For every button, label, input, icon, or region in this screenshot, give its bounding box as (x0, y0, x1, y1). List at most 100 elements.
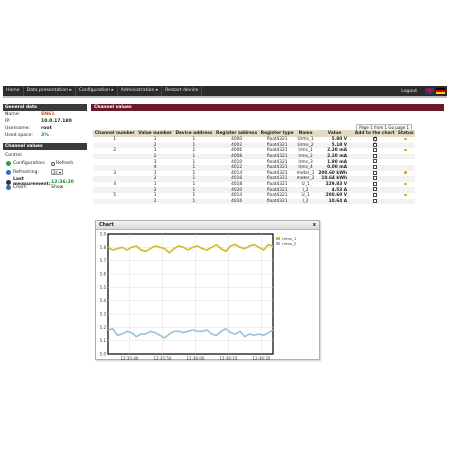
add-to-chart-checkbox[interactable] (372, 187, 377, 192)
english-flag-icon[interactable] (425, 88, 434, 94)
legend-swatch (276, 237, 280, 240)
col-register-address: Register address (214, 130, 260, 137)
status-dot-icon (404, 137, 407, 141)
col-value: Value (315, 130, 354, 137)
y-tick-label: 5.1 (100, 338, 107, 343)
col-register-type: Register type (259, 130, 296, 137)
add-to-chart-checkbox[interactable] (372, 141, 377, 147)
top-navigation: Home Data presentation ▸ Configuration ▸… (3, 86, 447, 96)
configuration-label: Configuration: (13, 161, 46, 166)
cell-channel-number (93, 198, 137, 205)
status-dot-icon (404, 171, 407, 174)
y-tick-label: 5.9 (100, 232, 107, 237)
nav-configuration[interactable]: Configuration ▸ (76, 86, 118, 96)
add-to-chart-checkbox[interactable] (372, 153, 377, 158)
legend-label: Urms_2 (282, 241, 297, 246)
configuration-value: Refresh (56, 161, 74, 166)
refreshing-select[interactable]: 2s (51, 169, 63, 175)
name-value: SN61 (41, 112, 55, 117)
chart-window[interactable]: Chart x 5.9 5.8 5.7 5.6 5.5 5.4 5.3 5.2 5.1 5.0 12… (95, 220, 320, 360)
col-value-number: Value number (136, 130, 174, 137)
col-channel-number: Channel number (93, 130, 137, 137)
x-tick-label: 12:36:00 (186, 356, 204, 360)
cell-add-to-chart (353, 198, 397, 205)
x-tick-label: 12:36:20 (252, 356, 270, 360)
german-flag-icon[interactable] (436, 88, 445, 94)
channel-values-header: Channel values (91, 104, 444, 111)
general-username-row: Username: root (5, 126, 52, 131)
nav-restart-device[interactable]: Restart device (162, 86, 203, 96)
y-tick-label: 5.5 (100, 285, 107, 290)
chart-row: Chart: Show (6, 185, 63, 190)
refreshing-row: Refreshing: 2s (6, 169, 63, 175)
chart-window-titlebar[interactable]: Chart x (96, 221, 319, 230)
table-body: 1114000float4321Urms_15.80 V214002float4… (93, 136, 415, 205)
cell-name: Urms_1 (297, 137, 314, 143)
channel-values-side-header: Channel values (3, 143, 87, 150)
ip-label: IP: (5, 119, 11, 124)
name-label: Name: (5, 112, 21, 117)
cell-register-address: 4016 (214, 198, 260, 205)
cell-name: I_2 (295, 198, 316, 205)
y-tick-label: 5.2 (100, 325, 107, 330)
x-tick-label: 12:35:40 (120, 356, 138, 360)
general-name-row: Name: SN61 (5, 112, 55, 117)
legend-swatch (276, 242, 280, 245)
refresh-icon (6, 169, 11, 175)
x-tick-label: 12:36:10 (219, 356, 237, 360)
cell-device-address: 1 (173, 198, 215, 205)
chart-icon (6, 185, 11, 190)
configuration-icon (6, 161, 11, 166)
refreshing-label: Refreshing: (13, 169, 39, 175)
add-to-chart-checkbox[interactable] (372, 159, 377, 164)
refresh-radio[interactable] (51, 161, 55, 166)
nav-subbar (3, 96, 447, 98)
y-tick-label: 5.4 (100, 298, 107, 303)
plot-area (107, 233, 274, 355)
logout-link[interactable]: Logout (393, 89, 425, 94)
username-value: root (41, 126, 52, 131)
nav-administration[interactable]: Administration ▸ (118, 86, 163, 96)
cell-register-type: float4321 (259, 198, 296, 205)
col-device-address: Device address (173, 130, 215, 137)
add-to-chart-checkbox[interactable] (372, 198, 377, 203)
cell-name: Irms_1 (298, 148, 313, 154)
cell-value: 10.64 A (315, 198, 354, 205)
add-to-chart-checkbox[interactable] (372, 176, 377, 181)
channel-values-table: Channel number Value number Device addre… (93, 130, 415, 205)
username-label: Username: (5, 126, 30, 131)
last-measurement-value: 12:36:20 (51, 179, 74, 185)
y-tick-label: 5.7 (100, 258, 107, 263)
add-to-chart-checkbox[interactable] (372, 181, 377, 186)
y-tick-label: 5.6 (100, 272, 107, 277)
clock-icon (6, 179, 11, 185)
y-tick-label: 5.3 (100, 312, 107, 317)
line-chart: 5.9 5.8 5.7 5.6 5.5 5.4 5.3 5.2 5.1 5.0 12:35:40 12… (100, 232, 297, 361)
ip-value: 10.0.17.180 (41, 119, 72, 124)
general-ip-row: IP: 10.0.17.180 (5, 119, 72, 124)
add-to-chart-checkbox[interactable] (372, 192, 377, 197)
cell-status (396, 198, 415, 205)
status-dot-icon (404, 148, 407, 152)
chart-show-link[interactable]: Show (51, 185, 63, 190)
y-tick-label: 5.8 (100, 245, 107, 250)
status-dot-icon (404, 182, 407, 186)
configuration-row: Configuration: Refresh (6, 161, 73, 166)
close-icon[interactable]: x (313, 221, 316, 230)
cell-name: Irms_4 (295, 164, 316, 171)
y-tick-label: 5.0 (100, 352, 107, 357)
status-dot-icon (404, 193, 407, 197)
cell-name: Irms_2 (295, 153, 316, 160)
add-to-chart-checkbox[interactable] (372, 148, 377, 153)
chart-window-title: Chart (99, 223, 114, 228)
cell-name: meter_2 (295, 176, 316, 182)
add-to-chart-checkbox[interactable] (372, 165, 377, 170)
nav-data-presentation[interactable]: Data presentation ▸ (24, 86, 76, 96)
chart-label: Chart: (13, 185, 28, 190)
col-name: Name (295, 130, 316, 137)
nav-home[interactable]: Home (3, 86, 24, 96)
add-to-chart-checkbox[interactable] (372, 170, 377, 175)
general-data-header: General data (3, 104, 87, 111)
table-header-row: Channel number Value number Device addre… (93, 130, 415, 137)
used-space-value: 3% (41, 133, 49, 138)
